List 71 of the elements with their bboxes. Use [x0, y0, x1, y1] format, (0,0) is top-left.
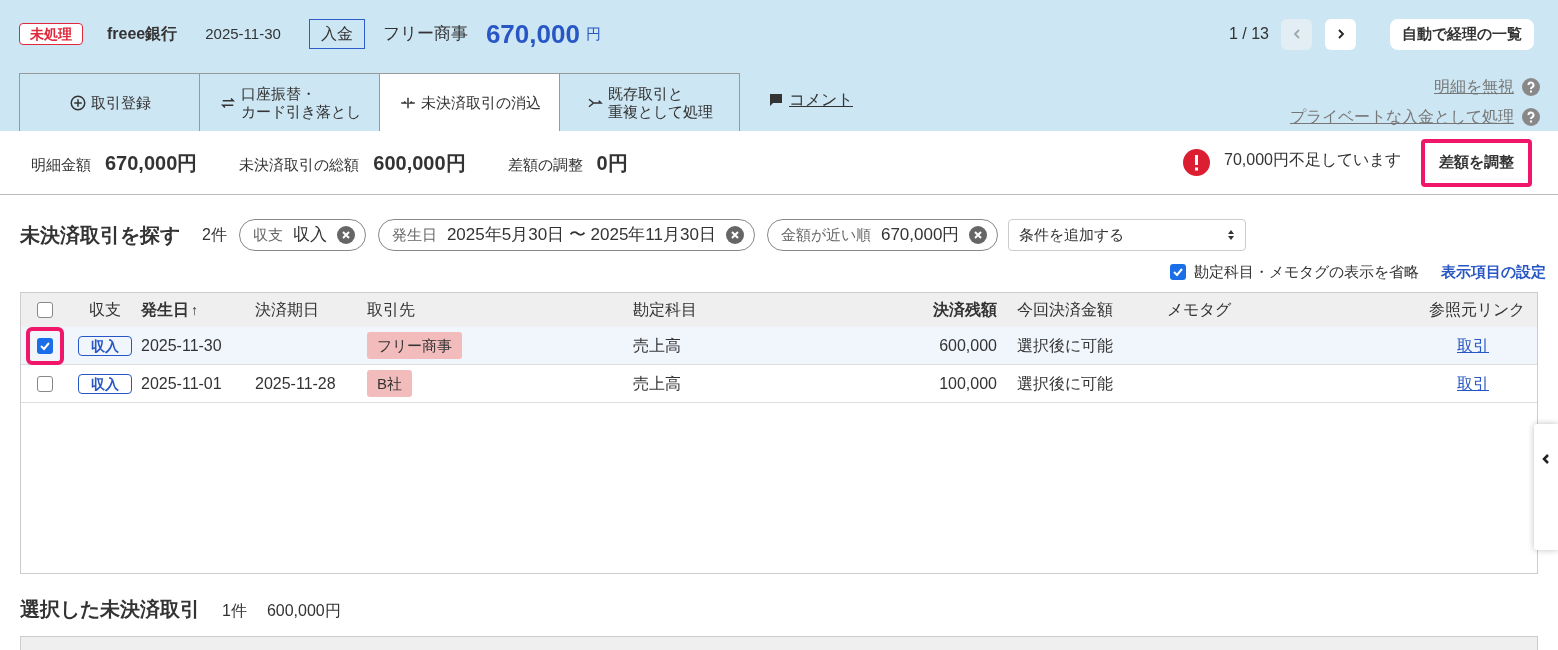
direction-badge: 入金: [308, 19, 365, 49]
pager-text: 1 / 13: [1228, 24, 1269, 44]
type-badge: 収入: [78, 335, 132, 356]
table-cell-text: 2025-11-28: [255, 373, 337, 394]
amount-text: 670,000: [485, 17, 580, 51]
table-cell-text: 売上高: [633, 373, 682, 394]
reference-link[interactable]: 取引: [1457, 336, 1489, 354]
sort-caret-icon: [1227, 229, 1236, 241]
summary-value: 600,000円: [373, 150, 466, 176]
selected-total: 600,000円: [266, 600, 341, 621]
table-cell-text: 100,000: [938, 373, 998, 394]
settings-link[interactable]: 表示項目の設定: [1441, 261, 1546, 284]
column-header: 収支: [88, 299, 122, 320]
column-header: 取引先: [367, 299, 416, 320]
adjust-button[interactable]: 差額を調整: [1421, 138, 1532, 187]
clear-icon[interactable]: [725, 226, 744, 244]
section-title: 未決済取引を探す: [20, 223, 180, 248]
date-text: 2025-11-30: [205, 23, 281, 44]
checkbox-label: 勘定科目・メモタグの表示を省略: [1194, 262, 1419, 282]
summary-value: 0円: [596, 150, 628, 176]
clear-icon[interactable]: [336, 226, 355, 244]
partner-tag: フリー商事: [367, 331, 462, 359]
column-header: 決済残額: [932, 299, 998, 320]
column-header: 今回決済金額: [1016, 299, 1114, 320]
column-header: 参照元リンク: [1428, 299, 1526, 320]
tab[interactable]: 既存取引と 重複として処理: [559, 73, 740, 131]
select-all-checkbox[interactable]: [37, 301, 53, 318]
table-cell-text: 2025-11-30: [141, 335, 223, 356]
table-cell-text: 選択後に可能: [1016, 335, 1114, 356]
column-header: 勘定科目: [633, 299, 698, 320]
alert-icon: [1183, 149, 1211, 176]
warning-text: 70,000円不足しています: [1224, 150, 1401, 170]
column-header: メモタグ: [1166, 299, 1232, 320]
table-cell-text: 売上高: [633, 335, 682, 356]
chevron-left-icon: [1541, 454, 1551, 464]
comment-icon: [769, 92, 783, 107]
help-icon[interactable]: [1522, 108, 1540, 126]
row-checkbox[interactable]: [37, 337, 53, 354]
row-checkbox[interactable]: [37, 375, 53, 392]
next-button[interactable]: [1325, 18, 1356, 50]
comment-link[interactable]: コメント: [769, 87, 853, 112]
table-cell-text: 600,000: [938, 335, 998, 356]
plus-circle-icon: [68, 93, 87, 112]
help-icon[interactable]: [1522, 78, 1540, 96]
column-header: 決済期日: [255, 299, 320, 320]
table-cell-text: 2025-11-01: [141, 373, 223, 394]
action-link[interactable]: 明細を無視: [1434, 75, 1514, 99]
summary-value: 670,000円: [105, 150, 198, 176]
section-title: 選択した未決済取引: [20, 596, 200, 622]
result-count: 2件: [202, 225, 227, 245]
currency-text: 円: [585, 23, 601, 44]
omit-checkbox[interactable]: [1170, 264, 1186, 281]
list-button[interactable]: 自動で経理の一覧: [1390, 18, 1534, 50]
action-link[interactable]: プライベートな入金として処理: [1290, 105, 1514, 129]
status-badge: 未処理: [19, 23, 83, 45]
summary-label: 差額の調整: [507, 154, 583, 175]
partner-tag: B社: [367, 369, 412, 397]
condition-select[interactable]: 条件を追加する: [1008, 219, 1247, 251]
reference-link[interactable]: 取引: [1457, 374, 1489, 392]
summary-label: 未決済取引の総額: [239, 154, 360, 175]
selected-count: 1件: [222, 600, 247, 621]
column-header[interactable]: 発生日↑: [141, 297, 255, 322]
bank-name: freee銀行: [107, 24, 178, 44]
table-row[interactable]: 収入 2025-11-30 フリー商事 売上高 600,000 選択後に可能 取引: [21, 326, 1537, 365]
type-badge: 収入: [78, 373, 132, 394]
table-cell-text: 選択後に可能: [1016, 373, 1114, 394]
partner-name: フリー商事: [382, 23, 468, 46]
tab[interactable]: 取引登録: [19, 73, 200, 131]
summary-label: 明細金額: [31, 154, 91, 175]
clear-icon[interactable]: [969, 226, 988, 244]
tab[interactable]: 未決済取引の消込: [379, 73, 560, 131]
